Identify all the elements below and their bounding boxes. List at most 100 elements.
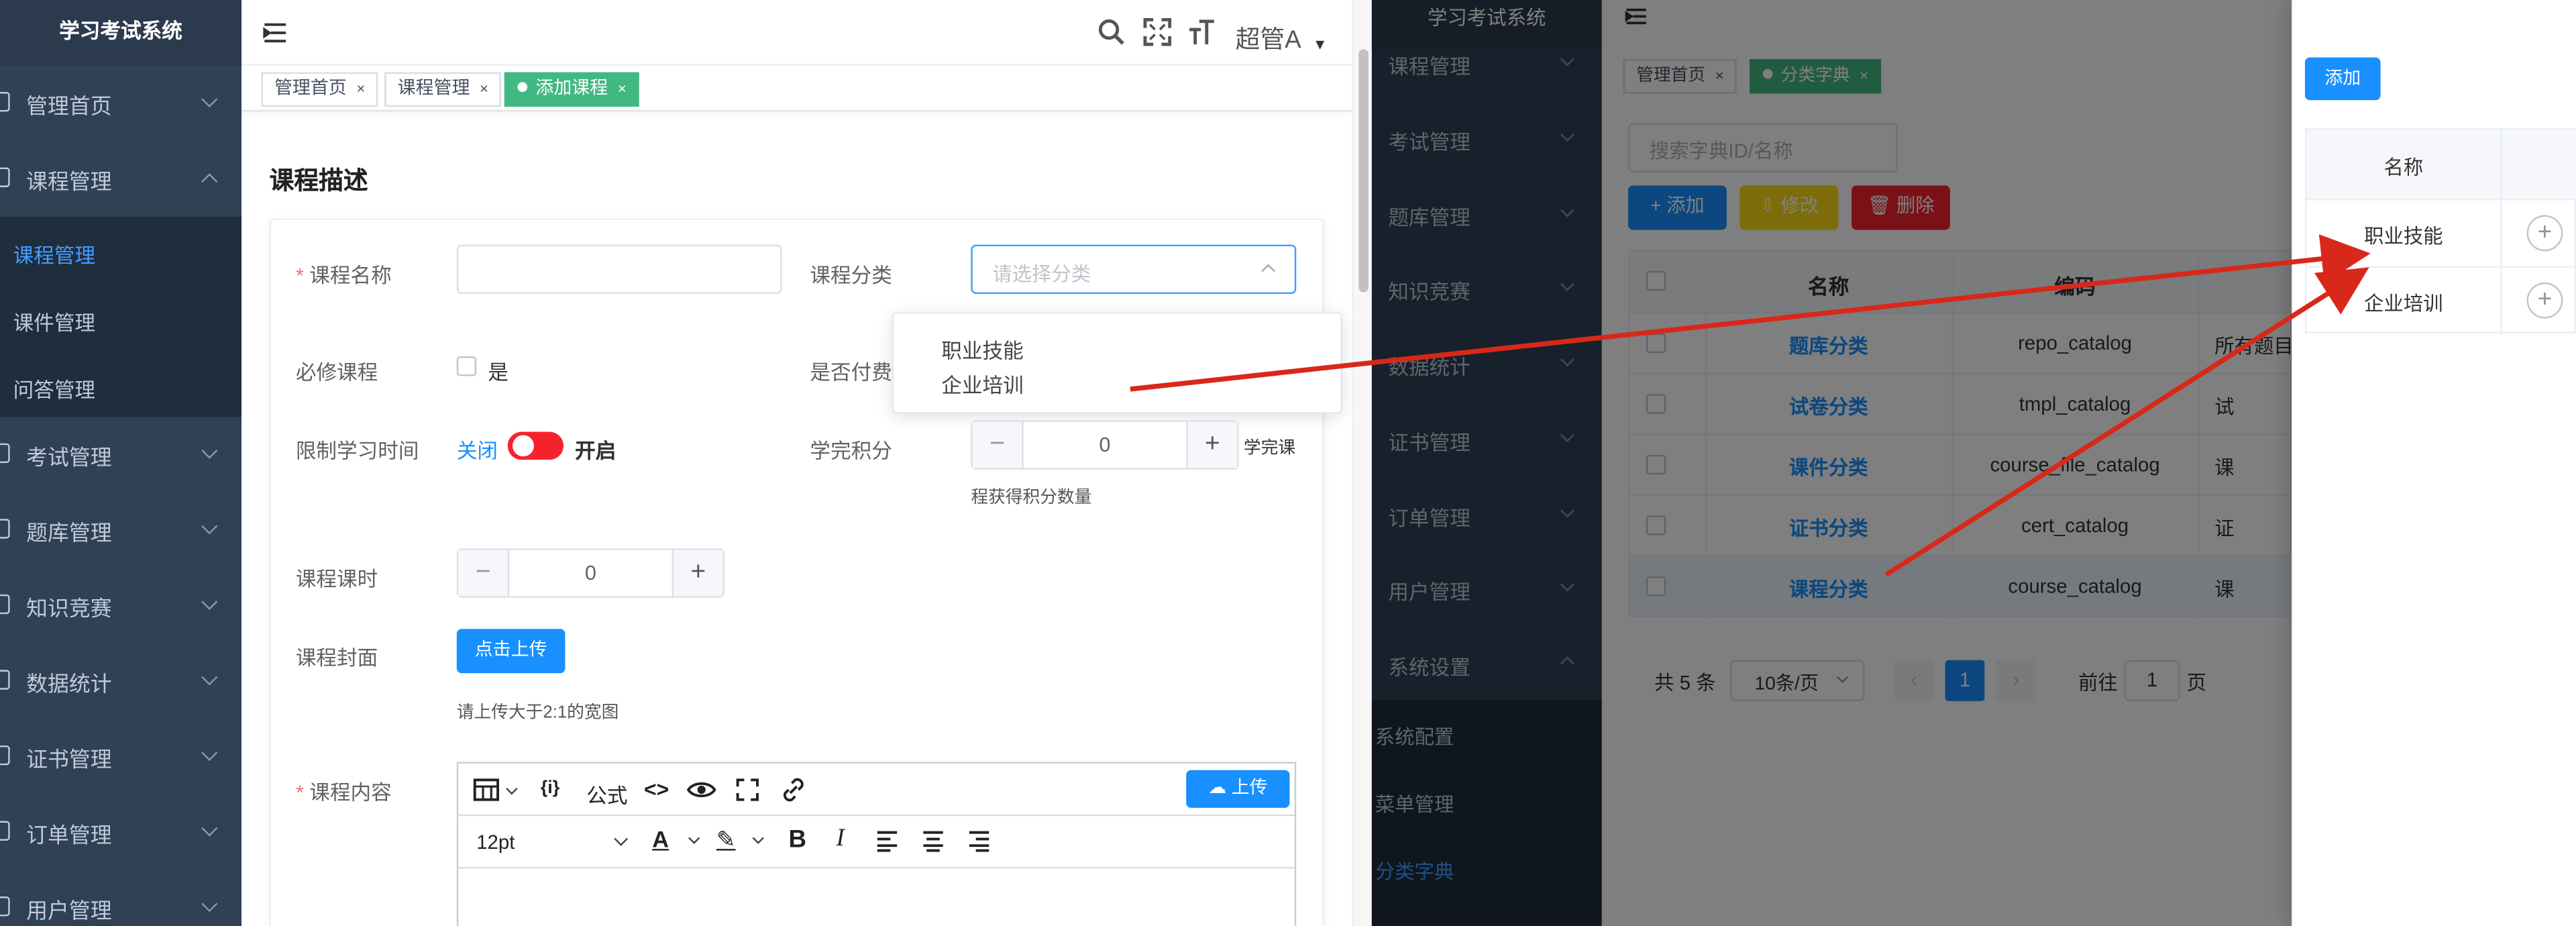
sidebar-item-order[interactable]: 订单管理 [0,794,241,870]
tab-course[interactable]: 课程管理 × [384,72,502,107]
catalog-placeholder: 请选择分类 [992,262,1091,286]
sidebar-item-contest[interactable]: 知识竞赛 [0,568,241,644]
drawer-row-name: 职业技能 [2364,225,2443,248]
search-icon[interactable] [1097,18,1126,46]
middle-screenshot: 学习考试系统 课程管理 考试管理 题库管理 知识竞赛 数据统计 证书管理 订单管… [1371,0,2294,926]
chevron-down-icon[interactable] [752,832,764,844]
sidebar-item-repo[interactable]: 题库管理 [0,493,241,568]
chevron-up-icon [201,173,218,190]
align-center-icon[interactable] [922,831,945,852]
section-title: 课程描述 [269,167,368,196]
drawer-add-button[interactable]: 添加 [2304,57,2381,101]
sidebar-item-label: 知识竞赛 [26,595,112,620]
drawer-column-name: 名称 [2383,156,2424,179]
sidebar-item-label: 用户管理 [26,897,112,922]
highlight-icon[interactable]: ✎ [716,826,736,854]
sidebar-item-cert[interactable]: 证书管理 [0,719,241,795]
minus-icon[interactable]: − [458,550,508,597]
drawer-table-header: 名称 [2306,130,2576,201]
close-icon[interactable]: × [356,81,365,97]
close-icon[interactable]: × [618,81,627,97]
editor-toolbar-1: {i} 公式 <> ☁ 上传 [458,764,1295,817]
submenu-item-courseware[interactable]: 课件管理 [13,305,95,336]
preview-eye-icon[interactable] [686,778,716,801]
caret-down-icon[interactable]: ▼ [1313,36,1328,52]
editor-upload-button[interactable]: ☁ 上传 [1186,770,1290,808]
points-hint: 程获得积分数量 [971,487,1092,508]
fullscreen-icon[interactable] [736,778,759,801]
fullscreen-icon[interactable] [1143,17,1172,46]
plus-icon[interactable]: + [674,550,723,597]
plus-icon[interactable]: + [1187,421,1238,468]
sidebar-item-stats[interactable]: 数据统计 [0,644,241,719]
upload-hint: 请上传大于2:1的宽图 [456,703,619,723]
page-scrollbar[interactable] [1352,0,1372,926]
tab-home[interactable]: 管理首页 × [261,72,378,107]
rich-editor: {i} 公式 <> ☁ 上传 12pt A ✎ B I [456,762,1297,926]
cloud-upload-icon: ☁ [1208,778,1232,799]
editor-upload-label: 上传 [1231,778,1268,799]
submenu-item-course[interactable]: 课程管理 [13,238,95,269]
limit-on-label: 开启 [575,440,616,464]
required-checkbox[interactable] [456,356,477,376]
dropdown-option-enterprise[interactable]: 企业培训 [941,368,1023,399]
hamburger-icon[interactable] [263,21,289,44]
sidebar-item-label: 证书管理 [26,746,112,771]
limit-switch[interactable] [507,431,564,460]
content-label: * 课程内容 [295,781,392,805]
chevron-down-icon [201,91,218,108]
order-icon [0,821,10,841]
link-icon[interactable] [780,776,806,803]
chevron-down-icon[interactable] [688,832,700,844]
sidebar-item-exam[interactable]: 考试管理 [0,417,241,493]
font-color-icon[interactable]: A [652,826,669,852]
limit-time-label: 限制学习时间 [295,440,419,464]
scrollbar-thumb[interactable] [1358,49,1369,293]
course-icon [0,167,10,187]
screenshot-stage: 学习考试系统 管理首页 课程管理 课程管理 课件管理 问答管理 考试管理 题库管… [0,0,2576,926]
sidebar-item-course[interactable]: 课程管理 [0,141,241,217]
tab-label: 课程管理 [397,79,470,99]
points-stepper[interactable]: − 0 + [971,420,1239,470]
hours-value[interactable]: 0 [507,550,674,597]
align-left-icon[interactable] [875,831,898,852]
catalog-select[interactable]: 请选择分类 [971,244,1297,295]
minus-icon[interactable]: − [972,421,1022,468]
italic-icon[interactable]: I [837,826,845,854]
formula-button[interactable]: 公式 [586,778,627,809]
sidebar-item-home[interactable]: 管理首页 [0,66,241,142]
add-child-icon[interactable]: + [2526,282,2563,319]
sidebar-item-user[interactable]: 用户管理 [0,870,241,926]
sidebar-submenu: 课程管理 课件管理 问答管理 [0,217,242,417]
catalog-label: 课程分类 [810,264,892,288]
font-size-select[interactable]: 12pt [476,831,515,854]
align-right-icon[interactable] [967,831,990,852]
bold-icon[interactable]: B [789,826,807,854]
right-drawer: 添加 名称 职业技能 + 企业培训 + [2292,0,2576,926]
home-icon [0,92,10,112]
chevron-down-icon [201,820,218,837]
table-icon[interactable] [473,778,500,801]
course-name-input[interactable] [456,244,782,295]
switch-knob [513,435,534,457]
user-name[interactable]: 超管A [1236,21,1301,56]
upload-cover-button[interactable]: 点击上传 [456,629,566,674]
chevron-down-icon [201,518,218,535]
font-size-icon[interactable] [1188,18,1216,46]
sidebar-item-label: 管理首页 [26,93,112,117]
chevron-down-icon [201,593,218,610]
tab-add-course[interactable]: 添加课程 × [504,72,640,107]
tab-label: 管理首页 [274,79,347,99]
add-child-icon[interactable]: + [2526,215,2563,252]
drawer-row: 职业技能 + [2306,201,2576,268]
dropdown-option-vocational[interactable]: 职业技能 [941,333,1023,364]
chevron-down-icon[interactable] [506,783,518,795]
chevron-down-icon[interactable] [614,832,629,846]
close-icon[interactable]: × [480,81,488,97]
code-block-icon[interactable]: {i} [541,778,559,798]
submenu-item-qa[interactable]: 问答管理 [13,372,95,403]
hours-stepper[interactable]: − 0 + [456,548,725,598]
sidebar-item-label: 题库管理 [26,519,112,545]
points-value[interactable]: 0 [1022,421,1188,468]
source-code-icon[interactable]: <> [644,776,669,801]
